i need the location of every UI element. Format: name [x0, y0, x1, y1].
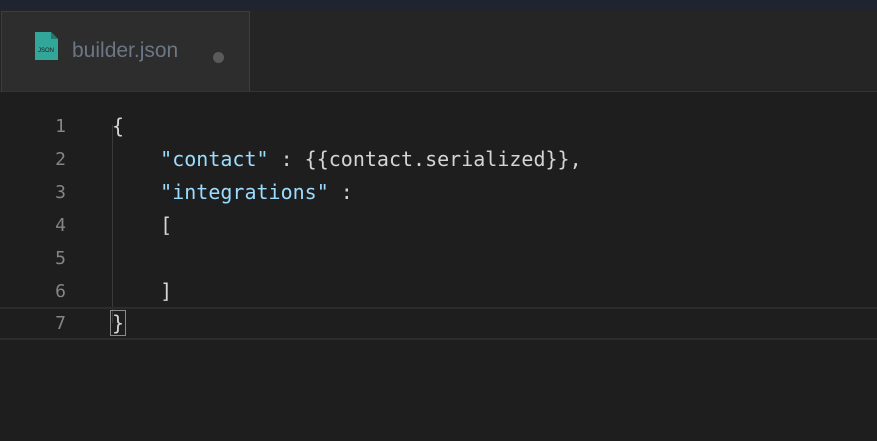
line-number: 6 — [55, 281, 66, 302]
line-number: 1 — [55, 116, 66, 137]
code-line-7-current[interactable]: 7 } — [0, 307, 877, 340]
code-text: { — [112, 114, 125, 138]
code-line-5[interactable]: 5 — [0, 242, 877, 275]
code-text: ] — [160, 279, 173, 303]
matched-brace: } — [110, 310, 127, 336]
code-editor[interactable]: 1 { 2 "contact" : {{contact.serialized}}… — [0, 92, 877, 441]
svg-text:JSON: JSON — [38, 48, 54, 54]
code-line-4[interactable]: 4 [ — [0, 209, 877, 242]
json-key: "contact" — [160, 147, 269, 171]
tab-bar: JSON builder.json — [0, 10, 877, 92]
code-text: "contact" : {{contact.serialized}}, — [112, 143, 582, 176]
tab-builder-json[interactable]: JSON builder.json — [1, 11, 250, 91]
code-text: } — [110, 307, 127, 340]
line-number: 7 — [55, 313, 66, 334]
code-text: [ — [160, 213, 173, 237]
code-line-3[interactable]: 3 "integrations" : — [0, 176, 877, 209]
line-number: 5 — [55, 248, 66, 269]
line-number: 4 — [55, 215, 66, 236]
unsaved-dot-icon[interactable] — [213, 52, 224, 63]
code-line-6[interactable]: 6 ] — [0, 275, 877, 308]
tab-title: builder.json — [72, 39, 179, 62]
code-line-1[interactable]: 1 { — [0, 110, 877, 143]
line-number: 3 — [55, 182, 66, 203]
code-text: "integrations" : — [160, 180, 353, 204]
json-file-icon: JSON — [35, 32, 58, 60]
json-value: : {{contact.serialized}}, — [268, 147, 582, 171]
code-line-2[interactable]: 2 "contact" : {{contact.serialized}}, — [0, 143, 877, 176]
line-number: 2 — [55, 149, 66, 170]
title-strip — [0, 0, 877, 10]
json-key: "integrations" — [160, 180, 329, 204]
